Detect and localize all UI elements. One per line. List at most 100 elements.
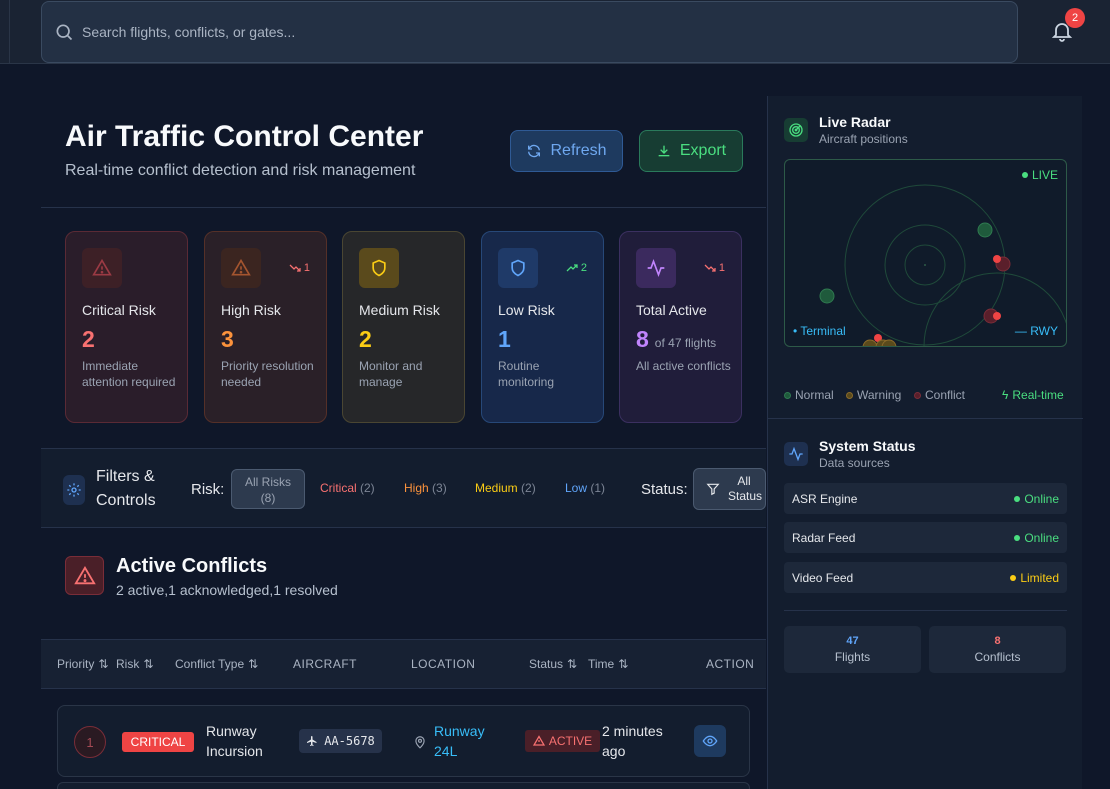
- download-icon: [658, 145, 670, 157]
- export-label: Export: [679, 142, 727, 159]
- card-sub: of 47 flights: [654, 336, 717, 350]
- page-subtitle: Real-time conflict detection and risk ma…: [65, 162, 416, 179]
- table-header: Priority ⇅ Risk ⇅ Conflict Type ⇅ AIRCRAFT …: [41, 639, 766, 689]
- card-value: 2: [359, 326, 372, 352]
- view-button[interactable]: [694, 725, 726, 757]
- table-row[interactable]: [57, 782, 750, 789]
- side-divider: [768, 418, 1083, 419]
- card-description: Priority resolution needed: [221, 359, 314, 389]
- main-content: Air Traffic Control Center Real-time con…: [41, 64, 766, 789]
- refresh-button[interactable]: Refresh: [510, 130, 623, 172]
- card-description: Immediate attention required: [82, 359, 176, 389]
- chip-medium[interactable]: Medium (2): [475, 481, 536, 495]
- warning-icon: [82, 248, 122, 288]
- th-label: AIRCRAFT: [293, 657, 357, 671]
- search-icon: [56, 24, 73, 41]
- refresh-label: Refresh: [550, 142, 607, 159]
- status-value: Online: [1014, 492, 1059, 506]
- th-time[interactable]: Time ⇅: [588, 657, 628, 671]
- realtime-indicator: ϟ Real-time: [1002, 388, 1064, 402]
- trend-up: 2: [566, 262, 587, 274]
- chip-count: (3): [432, 481, 447, 495]
- live-dot: [1021, 172, 1028, 178]
- card-label: High Risk: [221, 302, 281, 318]
- card-high-risk[interactable]: 1 High Risk 3 Priority resolution needed: [204, 231, 327, 423]
- th-status[interactable]: Status ⇅: [529, 657, 577, 671]
- status-badge: ACTIVE: [525, 730, 600, 752]
- sort-icon: ⇅: [143, 657, 154, 671]
- th-location: LOCATION: [411, 657, 475, 671]
- card-label: Medium Risk: [359, 302, 440, 318]
- trend-down-icon: [289, 264, 301, 272]
- chip-high[interactable]: High (3): [404, 481, 447, 495]
- card-description: All active conflicts: [636, 359, 731, 373]
- card-value: 2: [82, 326, 95, 352]
- stat-flights: 47 Flights: [784, 626, 921, 673]
- chip-critical[interactable]: Critical (2): [320, 481, 375, 495]
- status-text: Online: [1024, 491, 1059, 506]
- card-total-active[interactable]: 1 Total Active 8 of 47 flights All active…: [619, 231, 742, 423]
- trend-up-icon: [566, 264, 578, 272]
- th-priority[interactable]: Priority ⇅: [57, 657, 108, 671]
- side-panel: Live Radar Aircraft positions LIVE • Ter…: [767, 96, 1083, 789]
- aircraft-id: AA-5678: [324, 734, 375, 748]
- card-description: Monitor and manage: [359, 359, 423, 389]
- runway-label: — RWY: [1014, 324, 1058, 338]
- legend-dot: [846, 391, 853, 399]
- chip-label: Medium: [475, 481, 518, 495]
- map-pin-icon: [415, 736, 425, 749]
- gear-icon: [63, 475, 85, 505]
- th-label: Risk: [116, 657, 140, 671]
- card-value: 8: [636, 326, 649, 352]
- chip-count: (1): [590, 481, 606, 495]
- plane-icon: [307, 736, 317, 746]
- conflict-type: Runway Incursion: [206, 723, 263, 759]
- risk-badge: CRITICAL: [122, 732, 194, 752]
- live-indicator: LIVE: [1021, 168, 1058, 182]
- warning-icon: [221, 248, 261, 288]
- trend-down: 1: [704, 262, 725, 274]
- section-summary: 2 active,1 acknowledged,1 resolved: [116, 582, 338, 598]
- realtime-label: Real-time: [1012, 388, 1064, 402]
- th-risk[interactable]: Risk ⇅: [116, 657, 153, 671]
- status-name: Video Feed: [792, 570, 854, 585]
- chip-count: (8): [260, 491, 276, 505]
- chip-low[interactable]: Low (1): [565, 481, 605, 495]
- legend-label: Conflict: [925, 388, 966, 402]
- export-button[interactable]: Export: [639, 130, 743, 172]
- stat-label: Flights: [834, 650, 871, 664]
- status-label: Status:: [641, 481, 688, 498]
- th-conflict-type[interactable]: Conflict Type ⇅: [175, 657, 258, 671]
- lightning-icon: ϟ: [1002, 388, 1009, 402]
- status-name: Radar Feed: [792, 530, 856, 545]
- card-low-risk[interactable]: 2 Low Risk 1 Routine monitoring: [481, 231, 604, 423]
- eye-icon: [702, 735, 718, 747]
- radar-title: Live Radar: [819, 114, 891, 130]
- stat-label: Conflicts: [974, 650, 1021, 664]
- status-row-asr: ASR Engine Online: [784, 483, 1067, 514]
- activity-icon: [784, 442, 808, 466]
- status-filter-button[interactable]: All Status: [693, 468, 766, 510]
- filters-title: Filters & Controls: [96, 468, 156, 509]
- filters-bar: Filters & Controls Risk: All Risks (8) C…: [41, 448, 766, 528]
- location-link[interactable]: Runway 24L: [434, 721, 494, 761]
- radar-display[interactable]: LIVE • Terminal — RWY: [784, 159, 1067, 347]
- chip-all-risks[interactable]: All Risks (8): [231, 469, 305, 509]
- status-row-video: Video Feed Limited: [784, 562, 1067, 593]
- terminal-text: Terminal: [800, 324, 846, 338]
- search-input[interactable]: Search flights, conflicts, or gates...: [41, 1, 1018, 63]
- stat-conflicts: 8 Conflicts: [929, 626, 1066, 673]
- status-dot: [1014, 495, 1021, 502]
- shield-icon: [498, 248, 538, 288]
- th-label: Status: [529, 657, 564, 671]
- card-medium-risk[interactable]: Medium Risk 2 Monitor and manage: [342, 231, 465, 423]
- sort-icon: ⇅: [618, 657, 629, 671]
- table-row[interactable]: 1 CRITICAL Runway Incursion AA-5678 Runw…: [57, 705, 750, 777]
- status-dot: [1014, 534, 1021, 541]
- card-critical-risk[interactable]: Critical Risk 2 Immediate attention requ…: [65, 231, 188, 423]
- trend-value: 2: [580, 262, 587, 274]
- card-value-row: 8 of 47 flights: [636, 326, 716, 353]
- chip-count: (2): [521, 481, 536, 495]
- th-label: ACTION: [706, 657, 755, 671]
- th-label: Time: [588, 657, 615, 671]
